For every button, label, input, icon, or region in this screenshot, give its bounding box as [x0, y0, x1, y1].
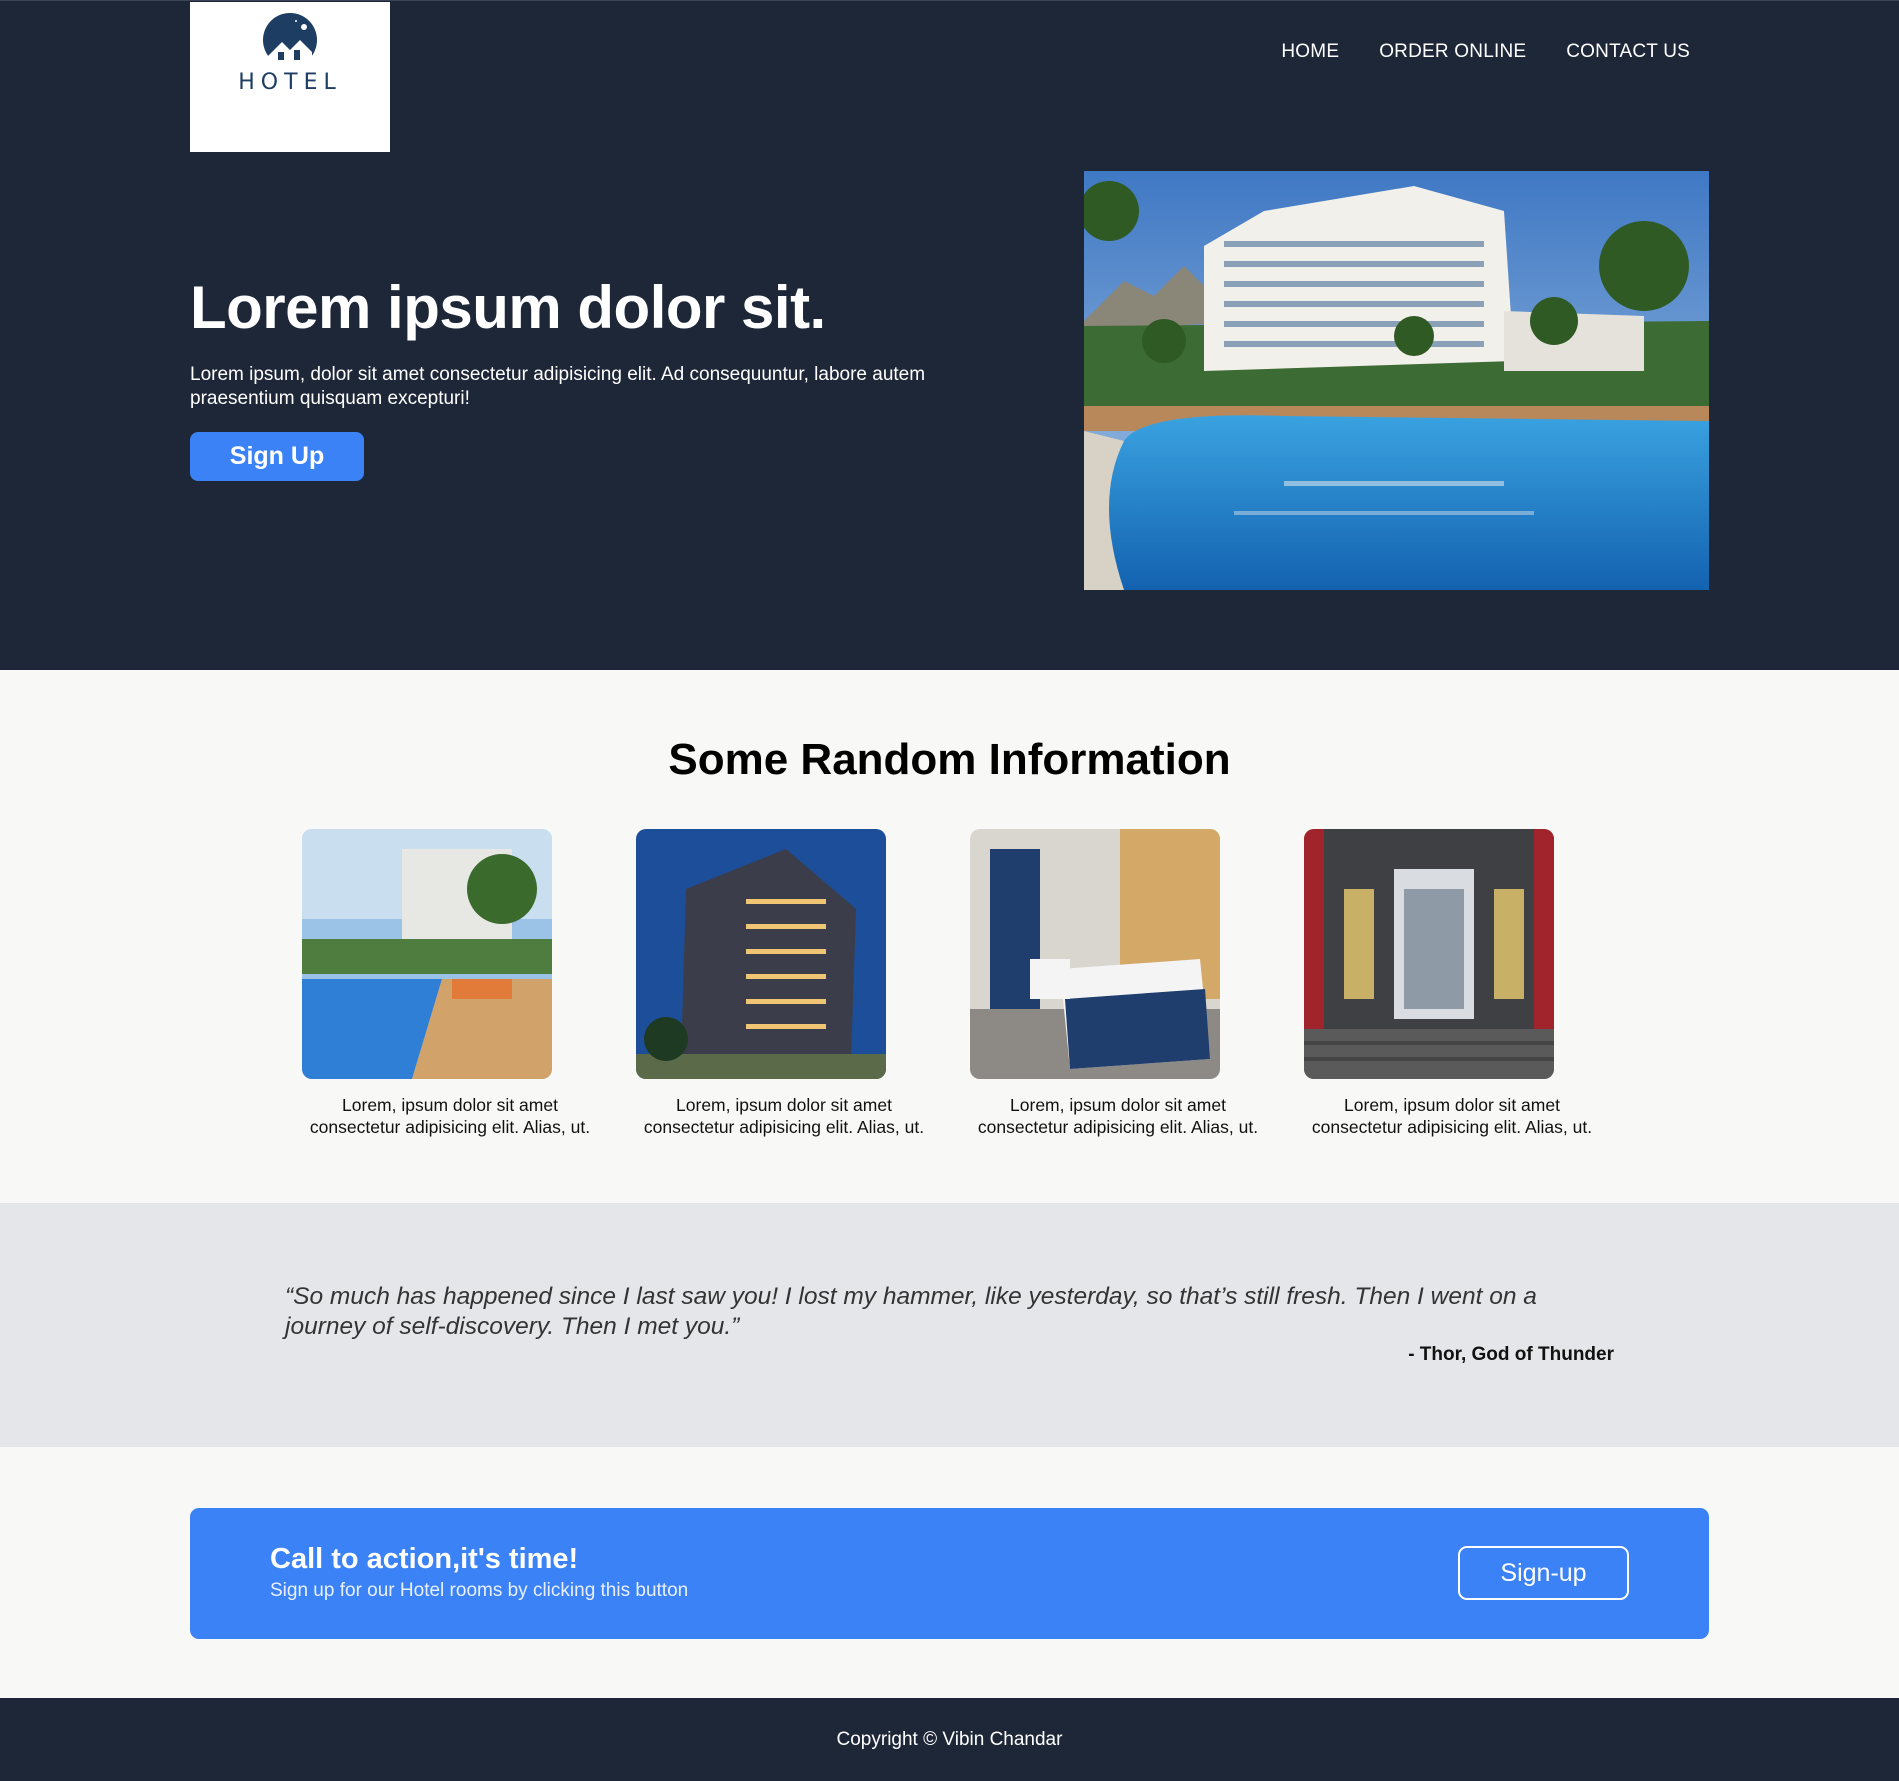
call-to-action-banner: Call to action,it's time! Sign up for ou…	[190, 1508, 1709, 1639]
hotel-pool-photo	[1084, 171, 1709, 590]
poolside-deck-photo	[302, 829, 552, 1079]
hero-subtitle: Lorem ipsum, dolor sit amet consectetur …	[190, 364, 926, 409]
hotel-logo[interactable]: HOTEL	[190, 2, 390, 152]
main-nav: HOME ORDER ONLINE CONTACT US	[1281, 41, 1690, 63]
moon-house-icon	[263, 13, 317, 68]
hotel-building-night-photo	[636, 829, 886, 1079]
hero-section: HOTEL HOME ORDER ONLINE CONTACT US Lorem…	[0, 0, 1899, 670]
sign-up-button[interactable]: Sign Up	[190, 432, 364, 481]
info-card-caption: Lorem, ipsum dolor sit amet consectetur …	[643, 1095, 925, 1137]
hotel-entrance-photo	[1304, 829, 1554, 1079]
cta-subtitle: Sign up for our Hotel rooms by clicking …	[270, 1580, 689, 1601]
nav-order-online[interactable]: ORDER ONLINE	[1379, 41, 1526, 63]
footer: Copyright © Vibin Chandar	[0, 1698, 1899, 1781]
testimonial-author: - Thor, God of Thunder	[1408, 1344, 1614, 1365]
hero-title: Lorem ipsum dolor sit.	[190, 274, 826, 341]
info-card-caption: Lorem, ipsum dolor sit amet consectetur …	[309, 1095, 591, 1137]
info-card-caption: Lorem, ipsum dolor sit amet consectetur …	[977, 1095, 1259, 1137]
cta-title: Call to action,it's time!	[270, 1543, 579, 1575]
info-section-title: Some Random Information	[668, 735, 1231, 784]
copyright-text: Copyright © Vibin Chandar	[836, 1729, 1063, 1750]
hotel-bedroom-photo	[970, 829, 1220, 1079]
info-card-caption: Lorem, ipsum dolor sit amet consectetur …	[1311, 1095, 1593, 1137]
logo-text: HOTEL	[238, 70, 342, 95]
nav-home[interactable]: HOME	[1281, 41, 1339, 63]
testimonial-quote: “So much has happened since I last saw y…	[285, 1283, 1537, 1340]
nav-contact-us[interactable]: CONTACT US	[1566, 41, 1690, 63]
cta-sign-up-button[interactable]: Sign-up	[1458, 1546, 1629, 1600]
